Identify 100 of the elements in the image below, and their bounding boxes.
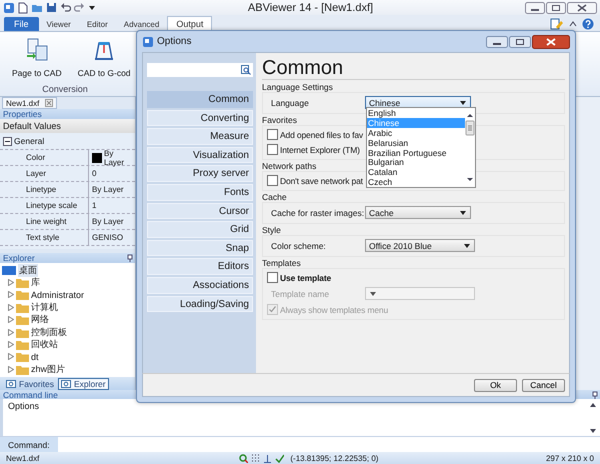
command-label: Command: [0,437,58,452]
help-icon[interactable] [582,18,594,30]
list-option[interactable]: Bulgarian [367,157,465,168]
tree-item[interactable]: 计算机 [0,301,135,314]
panel-tab[interactable]: Favorites [4,378,56,388]
customize-caret-icon[interactable] [88,4,96,12]
nav-item[interactable]: Associations [147,276,253,294]
ribbon-tab[interactable]: Advanced [116,18,168,31]
ribbon-button[interactable]: CAD to G-cod [76,36,133,80]
check-icon[interactable] [275,454,284,462]
dialog-button[interactable]: Cancel [522,378,565,392]
checkbox-label[interactable]: Don't save network pat [280,176,363,186]
nav-item[interactable]: Fonts [147,184,253,201]
app-icon[interactable] [3,2,15,14]
caret-icon [459,208,467,216]
checkbox[interactable] [267,175,278,186]
checkbox-label[interactable]: Internet Explorer (TM) [280,144,360,154]
expand-arrow-icon[interactable] [8,279,14,286]
nav-item[interactable]: Visualization [147,146,253,164]
nav-item[interactable]: Measure [147,128,253,145]
section-title: Language Settings [262,82,333,92]
scrollbar[interactable] [589,401,597,435]
close-icon[interactable] [532,34,570,48]
nav-item[interactable]: Loading/Saving [147,296,253,312]
expand-arrow-icon[interactable] [8,366,14,373]
checkbox[interactable] [267,144,278,155]
ribbon-tab[interactable]: Viewer [38,18,79,31]
property-name: Text style [0,230,89,245]
list-option[interactable]: Arabic [367,128,465,138]
folder-icon [16,277,29,288]
perpendicular-icon[interactable] [263,454,272,462]
dialog-button[interactable]: Ok [474,378,517,392]
tree-item[interactable]: 库 [0,276,135,289]
pin-icon[interactable] [592,390,598,398]
tree-item[interactable]: dt [0,350,135,364]
collapse-icon[interactable] [3,136,12,146]
nav-item[interactable]: Common [147,91,253,108]
section-title: Favorites [262,115,297,125]
maximize-icon[interactable] [509,36,531,48]
dropdown[interactable]: Office 2010 Blue [365,239,475,252]
pin-icon[interactable] [127,254,133,262]
tree-item[interactable]: 网络 [0,314,135,326]
minimize-icon[interactable] [524,2,545,14]
minimize-icon[interactable] [486,36,508,48]
field-label: Template name [270,288,330,298]
checkbox[interactable] [267,272,278,283]
search-field[interactable] [147,63,253,77]
property-value: 1 [92,201,96,210]
list-option[interactable]: Catalan [367,167,465,178]
property-name: Line weight [0,214,89,229]
field-label: Cache for raster images: [270,208,363,218]
zoom-icon[interactable] [239,454,248,462]
tree-item[interactable]: zhw图片 [0,363,135,376]
tree-item[interactable]: 桌面 [0,264,135,276]
close-tab-icon[interactable] [45,99,54,107]
dropdown[interactable]: Cache [365,206,471,219]
checkbox-label[interactable]: Use template [280,272,332,282]
maximize-icon[interactable] [546,2,566,14]
expand-arrow-icon[interactable] [8,304,14,311]
undo-icon[interactable] [60,2,71,13]
folder-icon [16,289,29,300]
tree-item[interactable]: 回收站 [0,338,135,351]
nav-item[interactable]: Cursor [147,202,253,220]
ribbon-button[interactable]: Page to CAD [10,36,64,80]
collapse-ribbon-icon[interactable] [569,20,577,28]
save-icon[interactable] [46,2,57,13]
expand-arrow-icon[interactable] [8,316,14,324]
list-option[interactable]: Brazilian Portuguese [367,148,465,158]
nav-item[interactable]: Converting [147,110,253,126]
file-menu-button[interactable]: File [4,17,39,31]
nav-item[interactable]: Grid [147,221,253,238]
nav-item[interactable]: Editors [147,258,253,275]
property-name: Linetype [0,182,89,197]
style-icon[interactable] [550,18,564,30]
expand-arrow-icon[interactable] [8,341,14,348]
search-icon[interactable] [241,65,251,75]
close-icon[interactable] [566,2,597,14]
expand-arrow-icon[interactable] [8,328,14,336]
list-option[interactable]: Czech [367,177,465,188]
folder-icon [16,339,29,350]
panel-tab[interactable]: Explorer [58,378,109,390]
expand-arrow-icon[interactable] [8,291,14,298]
tree-item[interactable]: 控制面板 [0,326,135,338]
section-title: Style [262,225,281,235]
list-option[interactable]: English [367,108,465,118]
ribbon-tab[interactable]: Editor [78,18,116,31]
grid-icon[interactable] [251,454,260,462]
folder-icon [16,314,29,326]
new-file-icon[interactable] [18,2,28,14]
list-option[interactable]: Belarusian [367,138,465,148]
document-tab[interactable]: New1.dxf [2,97,58,109]
page-convert-icon [24,38,49,62]
checkbox-label[interactable]: Add opened files to fav [280,130,364,140]
ribbon-tab[interactable]: Output [167,16,212,31]
nav-item[interactable]: Proxy server [147,165,253,182]
nav-item[interactable]: Snap [147,240,253,256]
expand-arrow-icon[interactable] [8,353,14,360]
checkbox[interactable] [267,129,278,140]
tree-item[interactable]: Administrator [0,288,135,302]
history-text: Options [8,401,40,413]
